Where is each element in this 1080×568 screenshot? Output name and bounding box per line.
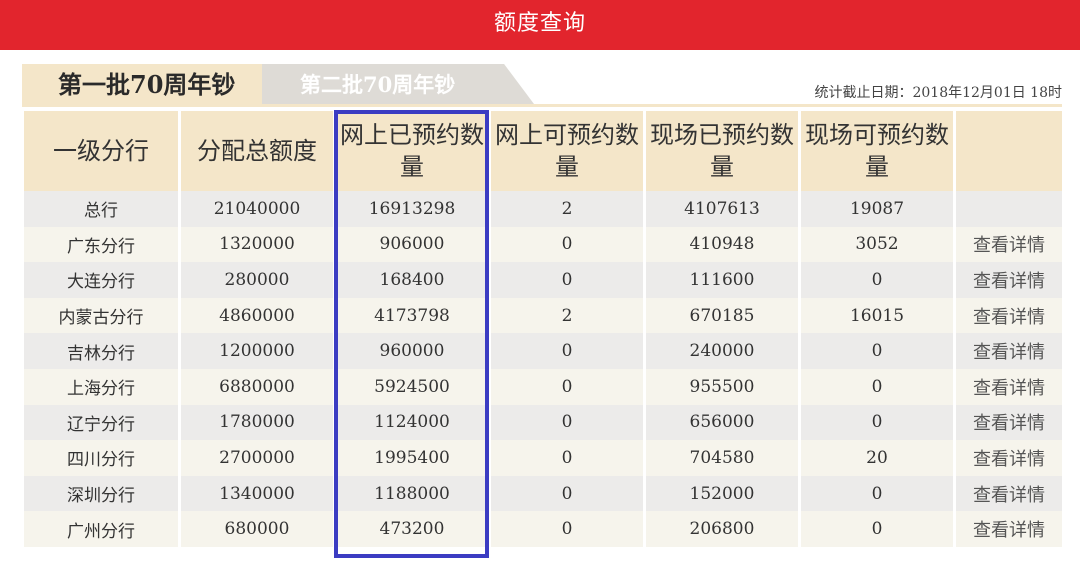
cell-total-quota: 280000 [181, 262, 336, 298]
cell-onsite-booked: 206800 [646, 511, 801, 547]
cell-onsite-booked: 410948 [646, 226, 801, 263]
cell-online-available: 0 [491, 368, 646, 405]
cell-onsite-available: 0 [801, 511, 956, 547]
view-details-link[interactable]: 查看详情 [956, 475, 1062, 512]
view-details-link[interactable]: 查看详情 [956, 511, 1062, 547]
cell-online-booked: 906000 [336, 226, 491, 263]
cell-branch: 深圳分行 [24, 475, 181, 512]
view-details-link[interactable]: 查看详情 [956, 333, 1062, 369]
cell-online-available: 0 [491, 226, 646, 263]
cell-onsite-available: 0 [801, 262, 956, 298]
cell-online-booked: 960000 [336, 333, 491, 369]
col-header-branch: 一级分行 [24, 111, 181, 191]
cell-online-available: 0 [491, 404, 646, 441]
cell-online-available: 0 [491, 262, 646, 298]
table-row: 内蒙古分行 4860000 4173798 2 670185 16015 查看详情 [24, 297, 1062, 334]
cell-onsite-available: 0 [801, 475, 956, 512]
tab-underline [22, 104, 1062, 107]
cell-total-quota: 1320000 [181, 226, 336, 263]
header-bar: 额度查询 [0, 0, 1080, 50]
col-header-onsite-booked: 现场已预约数量 [646, 111, 801, 191]
cell-onsite-available: 0 [801, 368, 956, 405]
cell-total-quota: 1340000 [181, 475, 336, 512]
cell-online-available: 0 [491, 333, 646, 369]
stats-cutoff-date: 统计截止日期：2018年12月01日 18时 [814, 85, 1062, 101]
col-header-total-quota: 分配总额度 [181, 111, 336, 191]
cell-total-quota: 680000 [181, 511, 336, 547]
cell-total-quota: 2700000 [181, 440, 336, 476]
view-details-link[interactable]: 查看详情 [956, 404, 1062, 441]
cell-onsite-booked: 704580 [646, 440, 801, 476]
cell-branch: 内蒙古分行 [24, 297, 181, 334]
cell-branch: 辽宁分行 [24, 404, 181, 441]
cell-online-booked: 1995400 [336, 440, 491, 476]
table-row: 吉林分行 1200000 960000 0 240000 0 查看详情 [24, 333, 1062, 369]
cell-branch: 吉林分行 [24, 333, 181, 369]
cell-onsite-booked: 152000 [646, 475, 801, 512]
page-title: 额度查询 [493, 11, 586, 36]
table-header-row: 一级分行 分配总额度 网上已预约数量 网上可预约数量 现场已预约数量 现场可预约… [24, 111, 1062, 191]
col-header-onsite-available: 现场可预约数量 [801, 111, 956, 191]
cell-total-quota: 21040000 [181, 191, 336, 227]
cell-branch: 四川分行 [24, 440, 181, 476]
cell-branch: 广东分行 [24, 226, 181, 263]
col-header-action [956, 111, 1062, 191]
cell-online-available: 2 [491, 191, 646, 227]
cell-total-quota: 4860000 [181, 297, 336, 334]
cell-online-booked: 5924500 [336, 368, 491, 405]
cell-online-booked: 473200 [336, 511, 491, 547]
cell-online-available: 2 [491, 297, 646, 334]
view-details-link [956, 191, 1062, 227]
col-header-online-available: 网上可预约数量 [491, 111, 646, 191]
cell-branch: 总行 [24, 191, 181, 227]
cell-onsite-available: 0 [801, 404, 956, 441]
cell-online-available: 0 [491, 440, 646, 476]
cell-onsite-booked: 955500 [646, 368, 801, 405]
cell-onsite-available: 20 [801, 440, 956, 476]
view-details-link[interactable]: 查看详情 [956, 297, 1062, 334]
cell-onsite-available: 3052 [801, 226, 956, 263]
cell-onsite-booked: 4107613 [646, 191, 801, 227]
table-row: 大连分行 280000 168400 0 111600 0 查看详情 [24, 262, 1062, 298]
table-row: 深圳分行 1340000 1188000 0 152000 0 查看详情 [24, 475, 1062, 512]
cell-total-quota: 6880000 [181, 368, 336, 405]
table-row: 总行 21040000 16913298 2 4107613 19087 [24, 191, 1062, 227]
cell-onsite-booked: 240000 [646, 333, 801, 369]
table-row: 四川分行 2700000 1995400 0 704580 20 查看详情 [24, 440, 1062, 476]
view-details-link[interactable]: 查看详情 [956, 226, 1062, 263]
tab-batch-1[interactable]: 第一批70周年钞 [22, 64, 284, 104]
cell-total-quota: 1200000 [181, 333, 336, 369]
cell-online-available: 0 [491, 511, 646, 547]
cell-onsite-booked: 670185 [646, 297, 801, 334]
cell-total-quota: 1780000 [181, 404, 336, 441]
quota-table: 一级分行 分配总额度 网上已预约数量 网上可预约数量 现场已预约数量 现场可预约… [24, 111, 1062, 547]
cell-onsite-available: 16015 [801, 297, 956, 334]
cell-online-booked: 16913298 [336, 191, 491, 227]
cell-online-booked: 4173798 [336, 297, 491, 334]
table-row: 辽宁分行 1780000 1124000 0 656000 0 查看详情 [24, 404, 1062, 441]
cell-branch: 上海分行 [24, 368, 181, 405]
view-details-link[interactable]: 查看详情 [956, 440, 1062, 476]
table-row: 广州分行 680000 473200 0 206800 0 查看详情 [24, 511, 1062, 547]
view-details-link[interactable]: 查看详情 [956, 262, 1062, 298]
cell-onsite-booked: 111600 [646, 262, 801, 298]
view-details-link[interactable]: 查看详情 [956, 368, 1062, 405]
tab-batch-2[interactable]: 第二批70周年钞 [262, 64, 534, 104]
cell-onsite-booked: 656000 [646, 404, 801, 441]
cell-onsite-available: 19087 [801, 191, 956, 227]
cell-branch: 大连分行 [24, 262, 181, 298]
cell-onsite-available: 0 [801, 333, 956, 369]
cell-online-booked: 1124000 [336, 404, 491, 441]
cell-online-booked: 1188000 [336, 475, 491, 512]
table-row: 广东分行 1320000 906000 0 410948 3052 查看详情 [24, 226, 1062, 263]
cell-online-available: 0 [491, 475, 646, 512]
table-row: 上海分行 6880000 5924500 0 955500 0 查看详情 [24, 368, 1062, 405]
cell-branch: 广州分行 [24, 511, 181, 547]
col-header-online-booked: 网上已预约数量 [336, 111, 491, 191]
cell-online-booked: 168400 [336, 262, 491, 298]
